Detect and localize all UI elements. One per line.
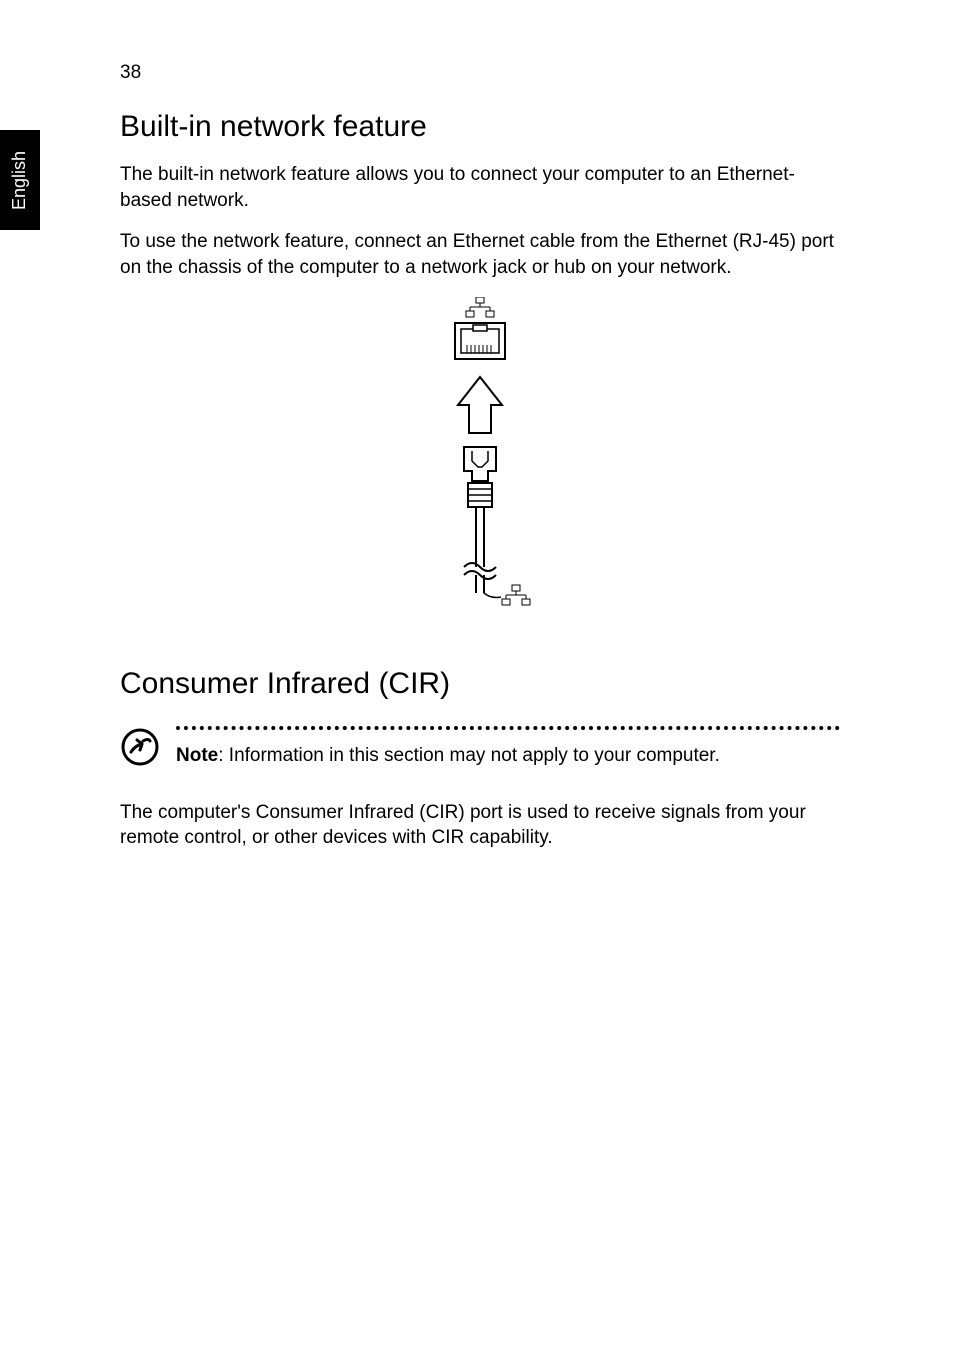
paragraph-network-howto: To use the network feature, connect an E… [120,229,840,280]
paragraph-network-intro: The built-in network feature allows you … [120,162,840,213]
section-title-network: Built-in network feature [120,110,840,144]
language-side-tab: English [0,130,40,230]
ethernet-figure [120,297,840,627]
note-content: Note: Information in this section may no… [168,723,840,769]
note-block: Note: Information in this section may no… [120,723,840,772]
paragraph-cir: The computer's Consumer Infrared (CIR) p… [120,800,840,851]
ethernet-diagram-icon [425,297,535,627]
note-icon [120,723,168,772]
page-number: 38 [120,62,141,84]
note-text: Note: Information in this section may no… [176,743,840,769]
dotted-rule [176,723,840,733]
section-title-cir: Consumer Infrared (CIR) [120,667,840,701]
page-content: Built-in network feature The built-in ne… [120,110,840,867]
language-label: English [10,150,31,209]
